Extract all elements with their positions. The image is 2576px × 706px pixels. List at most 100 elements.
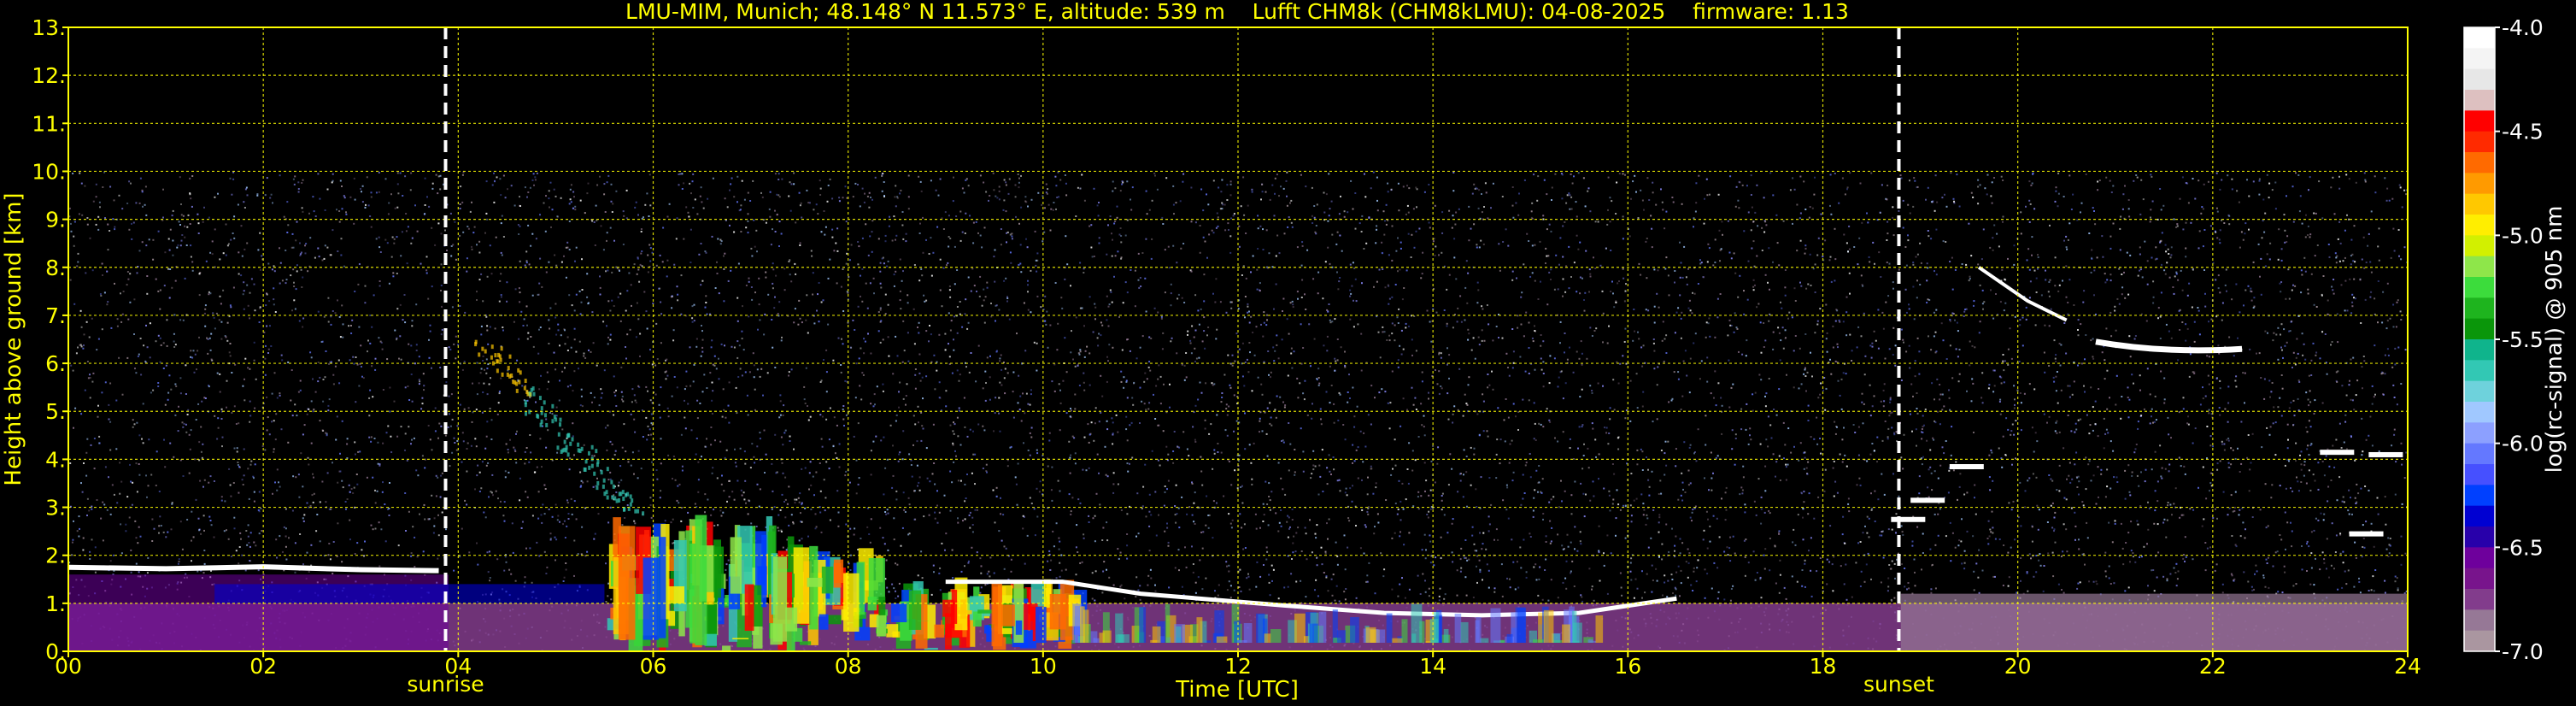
- plume-dot: [590, 463, 594, 468]
- y-tick-label: 10.: [32, 159, 66, 184]
- cbl-cell: [689, 543, 696, 644]
- plume-dot: [629, 502, 632, 507]
- plume-dot: [551, 403, 555, 409]
- colorbar-tick-label: -4.5: [2502, 120, 2544, 144]
- plume-dot: [510, 373, 513, 378]
- y-tick-label: 3.: [45, 496, 66, 521]
- bl-cell: [1460, 621, 1469, 643]
- bl-cell: [1532, 639, 1544, 643]
- plume-dot: [474, 339, 478, 344]
- bl-cell: [1517, 608, 1527, 643]
- cbl-cell: [1023, 603, 1038, 630]
- bl-cell: [1115, 613, 1124, 643]
- plume-dot: [621, 490, 625, 495]
- y-tick-label: 13.: [32, 15, 66, 40]
- plume-dot: [565, 448, 568, 453]
- cbl-cell: [908, 590, 922, 630]
- cbl-cell: [945, 613, 952, 650]
- bl-cell: [1595, 615, 1604, 643]
- colorbar-segment: [2464, 527, 2495, 548]
- cbl-cell: [972, 611, 982, 627]
- cbl-cell: [991, 582, 1002, 647]
- bl-cell: [1543, 609, 1554, 643]
- plume-dot: [490, 344, 494, 350]
- colorbar-segment: [2464, 630, 2495, 652]
- bl-cell: [1080, 606, 1085, 643]
- cloud-fragment: [2368, 451, 2403, 457]
- plume-dot: [557, 432, 560, 437]
- bl-cell: [1350, 617, 1359, 643]
- feature-band: [1900, 593, 2408, 651]
- marker-label-sunset: sunset: [1863, 672, 1934, 697]
- cbl-cell: [1001, 604, 1015, 627]
- bl-cell: [1454, 613, 1462, 643]
- cbl-cell: [713, 539, 722, 598]
- colorbar-segment: [2464, 215, 2495, 236]
- bl-cell: [1587, 639, 1593, 643]
- bl-cell: [1411, 603, 1423, 643]
- plume-dot: [508, 354, 512, 359]
- plume-dot: [596, 485, 599, 491]
- cbl-cell: [977, 609, 993, 614]
- colorbar-segment: [2464, 339, 2495, 361]
- cloud-fragment: [2349, 531, 2384, 537]
- colorbar-segment: [2464, 402, 2495, 423]
- colorbar-segment: [2464, 360, 2495, 382]
- bl-cell: [1386, 613, 1393, 643]
- bl-cell: [1376, 629, 1386, 643]
- cbl-cell: [744, 584, 754, 631]
- y-tick-label: 5.: [45, 399, 66, 424]
- cloud-fragment: [1949, 464, 1984, 469]
- plume-dot: [634, 509, 637, 514]
- plume-dot: [559, 417, 562, 422]
- plume-dot: [484, 349, 487, 354]
- colorbar-label: log(rc-signal) @ 905 nm: [2542, 206, 2567, 474]
- plume-dot: [538, 396, 542, 401]
- bl-cell: [1243, 623, 1253, 643]
- y-tick-label: 6.: [45, 351, 66, 376]
- bl-cell: [1573, 622, 1582, 643]
- plume-dot: [540, 419, 543, 424]
- plume-dot: [545, 422, 549, 427]
- plume-dot: [555, 417, 558, 422]
- colorbar-segment: [2464, 568, 2495, 590]
- plume-dot: [587, 450, 590, 456]
- plume-dot: [629, 494, 632, 499]
- cbl-cell: [1036, 606, 1047, 644]
- x-tick-label: 04: [444, 654, 472, 679]
- y-tick-label: 9.: [45, 208, 66, 232]
- plume-dot: [606, 467, 609, 472]
- x-axis-label: Time [UTC]: [1175, 677, 1299, 703]
- colorbar-segment: [2464, 27, 2495, 49]
- plume-dot: [478, 352, 481, 357]
- bl-cell: [1237, 639, 1247, 643]
- cbl-cell: [761, 534, 767, 608]
- cbl-cell: [732, 638, 749, 639]
- cloud-fragment: [1891, 516, 1926, 522]
- bl-cell: [1309, 623, 1318, 643]
- bl-cell: [1562, 624, 1570, 643]
- plume-dot: [590, 444, 594, 450]
- plume-dot: [603, 491, 607, 497]
- plume-dot: [577, 442, 580, 447]
- colorbar-segment: [2464, 193, 2495, 215]
- plume-dot: [615, 498, 619, 503]
- colorbar-tick-label: -7.0: [2502, 639, 2544, 664]
- cbl-cell: [1015, 620, 1023, 635]
- bl-cell: [1434, 612, 1440, 643]
- cbl-cell: [868, 557, 885, 601]
- cbl-cell: [618, 526, 636, 640]
- plume-dot: [481, 346, 484, 351]
- plume-dot: [631, 498, 634, 503]
- plume-dot: [610, 479, 613, 485]
- plume-dot: [523, 385, 526, 391]
- colorbar-tick-label: -6.0: [2502, 432, 2544, 456]
- cbl-cell: [772, 556, 788, 642]
- cbl-cell: [984, 625, 992, 634]
- plume-dot: [571, 437, 574, 442]
- plume-dot: [506, 372, 509, 377]
- bl-cell: [1443, 628, 1449, 643]
- y-tick-label: 2.: [45, 544, 66, 568]
- plume-dot: [625, 492, 628, 497]
- colorbar-segment: [2464, 152, 2495, 174]
